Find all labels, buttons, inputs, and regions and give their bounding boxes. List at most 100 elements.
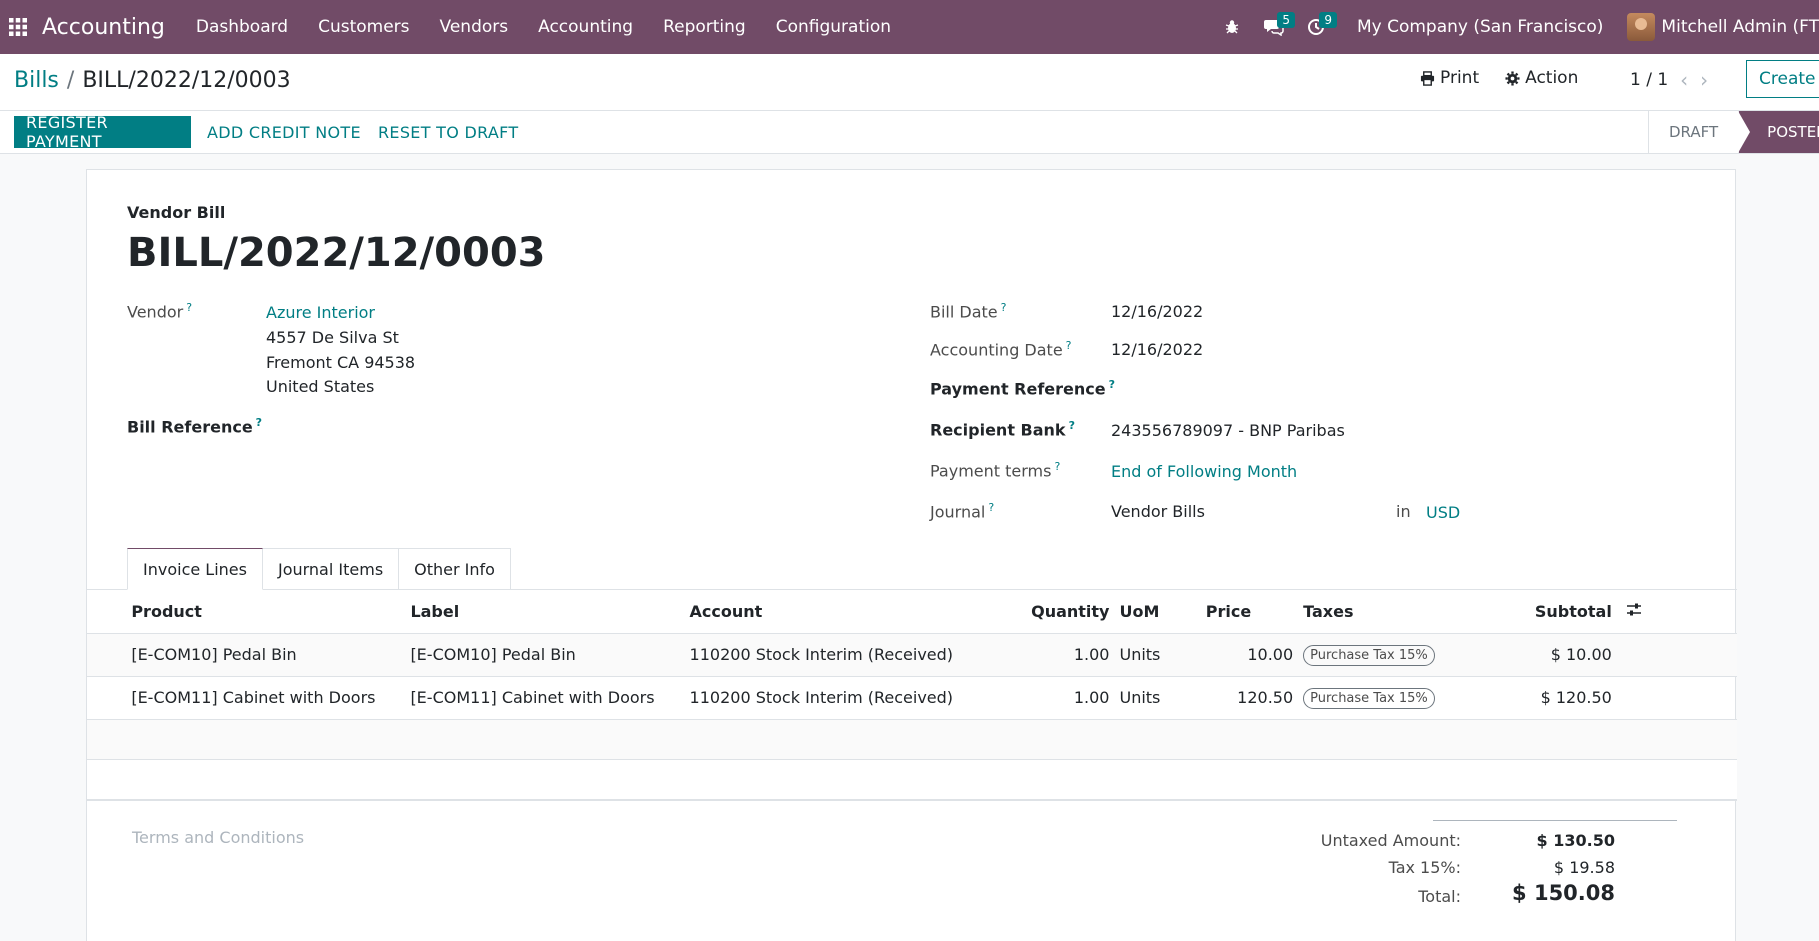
- menu-reporting[interactable]: Reporting: [648, 0, 761, 54]
- print-button[interactable]: Print: [1420, 68, 1479, 88]
- notebook-tabs: Invoice Lines Journal Items Other Info: [127, 548, 511, 590]
- app-name[interactable]: Accounting: [42, 15, 165, 40]
- recipient-bank-field[interactable]: 243556789097 - BNP Paribas: [1111, 421, 1345, 440]
- line-product[interactable]: [E-COM11] Cabinet with Doors: [131, 676, 411, 720]
- main-menu: Dashboard Customers Vendors Accounting R…: [181, 0, 906, 54]
- total-label: Total:: [1418, 887, 1461, 906]
- tab-other-info[interactable]: Other Info: [398, 548, 511, 590]
- help-icon[interactable]: ?: [186, 301, 192, 314]
- column-quantity[interactable]: Quantity: [1031, 590, 1110, 634]
- pager-value[interactable]: 1 / 1: [1630, 70, 1668, 90]
- line-account[interactable]: 110200 Stock Interim (Received): [689, 676, 1032, 720]
- menu-dashboard[interactable]: Dashboard: [181, 0, 303, 54]
- empty-row: [87, 759, 1737, 801]
- help-icon[interactable]: ?: [988, 501, 994, 514]
- menu-vendors[interactable]: Vendors: [425, 0, 524, 54]
- line-uom[interactable]: Units: [1109, 676, 1206, 720]
- untaxed-amount-label: Untaxed Amount:: [1320, 831, 1461, 850]
- line-product[interactable]: [E-COM10] Pedal Bin: [131, 633, 411, 677]
- tax-tag[interactable]: Purchase Tax 15%: [1303, 644, 1435, 666]
- line-quantity[interactable]: 1.00: [1031, 633, 1110, 677]
- menu-accounting[interactable]: Accounting: [523, 0, 648, 54]
- tab-invoice-lines[interactable]: Invoice Lines: [127, 548, 263, 590]
- company-switcher[interactable]: My Company (San Francisco): [1357, 17, 1603, 37]
- control-panel: Bills / BILL/2022/12/0003 Print Action 1…: [0, 54, 1819, 111]
- bill-date-label: Bill Date?: [930, 301, 1006, 321]
- column-taxes[interactable]: Taxes: [1293, 590, 1535, 634]
- line-price[interactable]: 120.50: [1205, 676, 1294, 720]
- line-label[interactable]: [E-COM10] Pedal Bin: [410, 633, 690, 677]
- apps-menu-icon[interactable]: [0, 0, 36, 54]
- column-label[interactable]: Label: [410, 590, 690, 634]
- stage-posted[interactable]: POSTED: [1738, 111, 1819, 153]
- optional-columns-settings-icon[interactable]: [1611, 590, 1737, 634]
- pager-next-icon[interactable]: ›: [1700, 68, 1708, 92]
- accounting-date-label: Accounting Date?: [930, 339, 1072, 359]
- help-icon[interactable]: ?: [256, 416, 262, 429]
- status-bar: REGISTER PAYMENT ADD CREDIT NOTE RESET T…: [0, 111, 1819, 154]
- breadcrumb-separator: /: [66, 68, 75, 93]
- messages-icon[interactable]: 5: [1253, 0, 1295, 54]
- bill-date-label-text: Bill Date: [930, 302, 998, 322]
- recipient-bank-label: Recipient Bank?: [930, 419, 1075, 439]
- reset-to-draft-button[interactable]: RESET TO DRAFT: [366, 116, 530, 148]
- activities-clock-icon[interactable]: 9: [1295, 0, 1337, 54]
- line-price[interactable]: 10.00: [1205, 633, 1294, 677]
- help-icon[interactable]: ?: [1001, 301, 1007, 314]
- line-label[interactable]: [E-COM11] Cabinet with Doors: [410, 676, 690, 720]
- line-account[interactable]: 110200 Stock Interim (Received): [689, 633, 1032, 677]
- print-icon: [1420, 70, 1435, 86]
- payment-terms-label-text: Payment terms: [930, 461, 1052, 481]
- form-sheet: Vendor Bill BILL/2022/12/0003 Vendor? Az…: [86, 169, 1737, 941]
- document-type: Vendor Bill: [127, 203, 226, 222]
- stage-draft[interactable]: DRAFT: [1648, 111, 1738, 153]
- bill-reference-label-text: Bill Reference: [127, 417, 253, 437]
- help-icon[interactable]: ?: [1069, 419, 1075, 432]
- line-uom[interactable]: Units: [1109, 633, 1206, 677]
- totals-divider: [1433, 820, 1677, 821]
- user-menu[interactable]: Mitchell Admin (FT: [1627, 13, 1819, 41]
- journal-label: Journal?: [930, 501, 994, 521]
- line-quantity[interactable]: 1.00: [1031, 676, 1110, 720]
- pager: 1 / 1 ‹ ›: [1630, 68, 1708, 92]
- pager-previous-icon[interactable]: ‹: [1680, 68, 1688, 92]
- untaxed-amount-value: $ 130.50: [1536, 831, 1615, 850]
- vendor-link[interactable]: Azure Interior: [266, 303, 375, 322]
- currency-link[interactable]: USD: [1426, 503, 1460, 522]
- vendor-address-street: 4557 De Silva St: [266, 328, 399, 347]
- help-icon[interactable]: ?: [1054, 460, 1060, 473]
- payment-terms-link[interactable]: End of Following Month: [1111, 462, 1297, 481]
- menu-customers[interactable]: Customers: [303, 0, 424, 54]
- vendor-label: Vendor?: [127, 301, 192, 321]
- document-title: BILL/2022/12/0003: [127, 230, 546, 276]
- tax-tag[interactable]: Purchase Tax 15%: [1303, 687, 1435, 709]
- line-subtotal: $ 10.00: [1534, 633, 1612, 677]
- add-credit-note-button[interactable]: ADD CREDIT NOTE: [195, 116, 373, 148]
- bill-date-field[interactable]: 12/16/2022: [1111, 302, 1203, 321]
- journal-field[interactable]: Vendor Bills: [1111, 502, 1205, 521]
- action-button[interactable]: Action: [1505, 68, 1578, 88]
- debug-bug-icon[interactable]: [1211, 0, 1253, 54]
- total-value: $ 150.08: [1512, 881, 1615, 905]
- help-icon[interactable]: ?: [1066, 339, 1072, 352]
- column-account[interactable]: Account: [689, 590, 1032, 634]
- breadcrumb-bills-link[interactable]: Bills: [14, 68, 59, 93]
- help-icon[interactable]: ?: [1109, 378, 1115, 391]
- status-stages: DRAFT POSTED: [1648, 111, 1819, 153]
- column-product[interactable]: Product: [131, 590, 411, 634]
- action-menus: Print Action: [1420, 68, 1604, 88]
- column-subtotal[interactable]: Subtotal: [1534, 590, 1612, 634]
- register-payment-button[interactable]: REGISTER PAYMENT: [14, 113, 191, 151]
- tab-journal-items[interactable]: Journal Items: [261, 548, 400, 590]
- breadcrumb: Bills / BILL/2022/12/0003: [14, 68, 291, 93]
- accounting-date-field[interactable]: 12/16/2022: [1111, 340, 1203, 359]
- accounting-date-label-text: Accounting Date: [930, 340, 1063, 360]
- column-uom[interactable]: UoM: [1109, 590, 1206, 634]
- create-button[interactable]: Create: [1746, 60, 1819, 98]
- menu-configuration[interactable]: Configuration: [761, 0, 906, 54]
- table-row[interactable]: [E-COM10] Pedal Bin [E-COM10] Pedal Bin …: [87, 633, 1737, 677]
- vendor-address-country: United States: [266, 377, 375, 396]
- table-row[interactable]: [E-COM11] Cabinet with Doors [E-COM11] C…: [87, 676, 1737, 720]
- column-price[interactable]: Price: [1205, 590, 1294, 634]
- terms-and-conditions-field[interactable]: Terms and Conditions: [132, 828, 304, 847]
